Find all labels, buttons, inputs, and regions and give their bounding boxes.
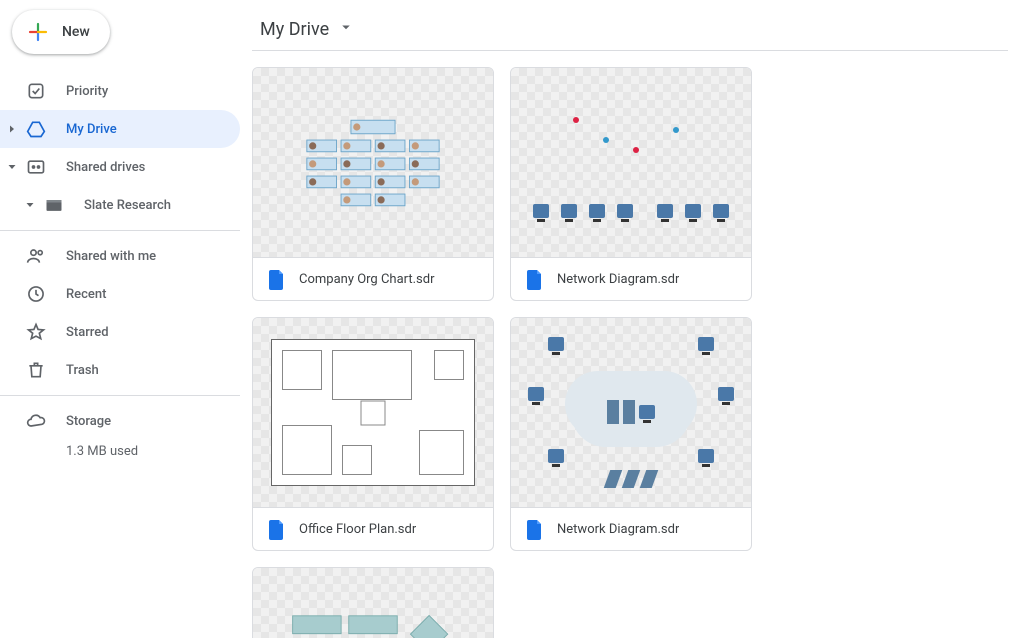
sidebar-item-label: Storage bbox=[66, 414, 111, 429]
chevron-down-icon[interactable] bbox=[22, 197, 38, 213]
sidebar-item-priority[interactable]: Priority bbox=[0, 72, 240, 110]
file-type-icon bbox=[527, 270, 543, 288]
shared-drives-icon bbox=[24, 155, 48, 179]
drive-folder-icon bbox=[42, 193, 66, 217]
file-card[interactable]: Company Org Chart.sdr bbox=[252, 67, 494, 301]
file-thumbnail bbox=[511, 68, 751, 258]
sidebar-item-label: Shared with me bbox=[66, 249, 156, 264]
file-name: Office Floor Plan.sdr bbox=[299, 522, 416, 537]
clock-icon bbox=[24, 282, 48, 306]
trash-icon bbox=[24, 358, 48, 382]
file-thumbnail bbox=[253, 568, 493, 638]
file-thumbnail bbox=[511, 318, 751, 508]
sidebar-item-trash[interactable]: Trash bbox=[0, 351, 240, 389]
breadcrumb-label: My Drive bbox=[260, 19, 329, 40]
file-card[interactable]: Office Floor Plan.sdr bbox=[252, 317, 494, 551]
file-card[interactable]: Network Diagram.sdr bbox=[510, 317, 752, 551]
storage-used-text: 1.3 MB used bbox=[0, 444, 240, 459]
plus-icon bbox=[26, 20, 50, 44]
file-thumbnail bbox=[253, 68, 493, 258]
file-type-icon bbox=[527, 520, 543, 538]
chevron-down-icon[interactable] bbox=[4, 159, 20, 175]
chevron-right-icon[interactable] bbox=[4, 121, 20, 137]
file-name: Network Diagram.sdr bbox=[557, 522, 679, 537]
file-name: Company Org Chart.sdr bbox=[299, 272, 435, 287]
sidebar-item-shared-with-me[interactable]: Shared with me bbox=[0, 237, 240, 275]
priority-icon bbox=[24, 79, 48, 103]
star-icon bbox=[24, 320, 48, 344]
divider bbox=[0, 230, 240, 231]
people-icon bbox=[24, 244, 48, 268]
file-card[interactable]: Shipping Process.sdr bbox=[252, 567, 494, 638]
file-name: Network Diagram.sdr bbox=[557, 272, 679, 287]
main-content: My Drive bbox=[240, 0, 1028, 638]
sidebar-item-label: Starred bbox=[66, 325, 109, 340]
sidebar-item-label: My Drive bbox=[66, 122, 117, 137]
sidebar: New Priority My Drive Shared driv bbox=[0, 0, 240, 638]
sidebar-item-storage[interactable]: Storage bbox=[0, 402, 240, 440]
new-button[interactable]: New bbox=[12, 10, 110, 54]
sidebar-item-label: Shared drives bbox=[66, 160, 145, 175]
file-type-icon bbox=[269, 270, 285, 288]
sidebar-item-shared-drives[interactable]: Shared drives bbox=[0, 148, 240, 186]
sidebar-item-label: Slate Research bbox=[84, 198, 171, 213]
sidebar-item-label: Recent bbox=[66, 287, 106, 302]
cloud-icon bbox=[24, 409, 48, 433]
file-type-icon bbox=[269, 520, 285, 538]
sidebar-item-label: Trash bbox=[66, 363, 99, 378]
divider bbox=[0, 395, 240, 396]
breadcrumb[interactable]: My Drive bbox=[252, 12, 1008, 51]
nav-section: Priority My Drive Shared drives bbox=[0, 72, 240, 459]
sidebar-item-slate-research[interactable]: Slate Research bbox=[0, 186, 240, 224]
sidebar-item-recent[interactable]: Recent bbox=[0, 275, 240, 313]
file-grid: Company Org Chart.sdr bbox=[252, 67, 1008, 638]
new-button-label: New bbox=[62, 24, 90, 40]
sidebar-item-my-drive[interactable]: My Drive bbox=[0, 110, 240, 148]
sidebar-item-label: Priority bbox=[66, 84, 108, 99]
drive-icon bbox=[24, 117, 48, 141]
file-thumbnail bbox=[253, 318, 493, 508]
file-card[interactable]: Network Diagram.sdr bbox=[510, 67, 752, 301]
chevron-down-icon bbox=[337, 18, 355, 40]
sidebar-item-starred[interactable]: Starred bbox=[0, 313, 240, 351]
